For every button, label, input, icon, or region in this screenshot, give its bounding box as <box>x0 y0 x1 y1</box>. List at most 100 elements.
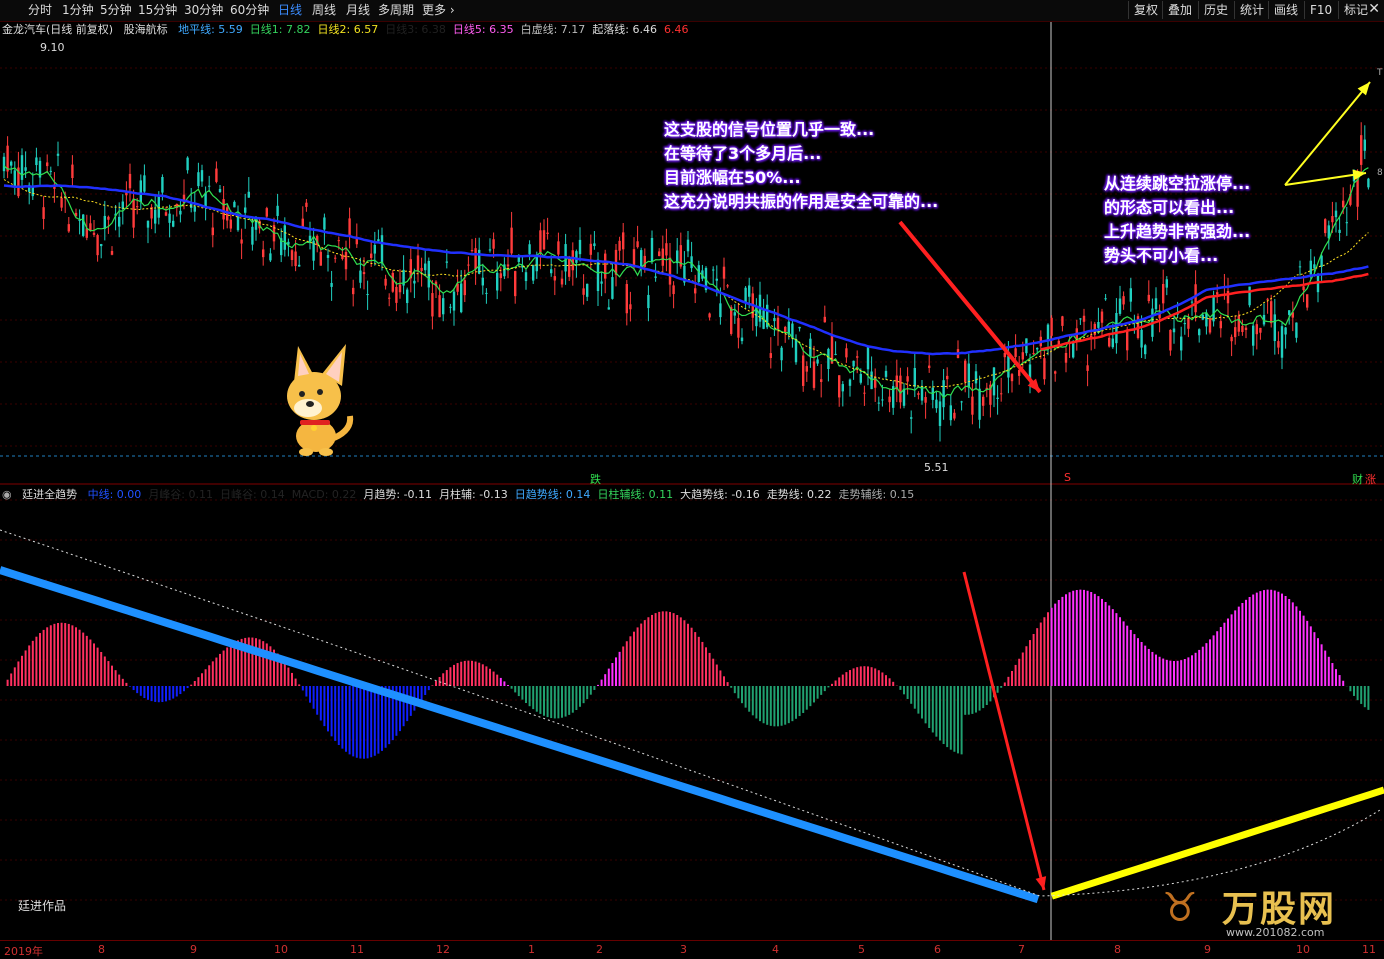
candle-body-44 <box>161 176 164 193</box>
time-tick-5: 12 <box>436 943 450 956</box>
candle-body-269 <box>971 396 974 415</box>
candle-body-22 <box>82 214 85 236</box>
time-axis: 2019年 8 9 10 11 12 1 2 3 4 5 6 7 8 9 10 11 <box>0 940 1384 959</box>
candle-body-160 <box>578 239 582 255</box>
candle-body-15 <box>56 153 60 156</box>
time-tick-9: 4 <box>772 943 779 956</box>
time-tick-12: 7 <box>1018 943 1025 956</box>
candle-body-6 <box>24 167 27 171</box>
candle-body-351 <box>1266 298 1269 300</box>
candle-body-123 <box>445 261 448 263</box>
candle-body-207 <box>748 285 751 297</box>
candle-body-257 <box>928 365 931 369</box>
candle-body-72 <box>262 249 265 258</box>
candle-body-372 <box>1342 200 1345 208</box>
candle-body-378 <box>1363 139 1366 151</box>
candle-body-343 <box>1237 315 1240 332</box>
watermark-text: 万股网 <box>1222 888 1337 930</box>
candle-body-256 <box>924 397 927 403</box>
candle-body-328 <box>1183 323 1186 325</box>
candle-body-164 <box>593 243 596 247</box>
candle-body-8 <box>31 187 34 197</box>
candle-body-27 <box>100 244 103 247</box>
candle-body-68 <box>247 191 250 198</box>
candle-body-54 <box>197 172 200 187</box>
candle-body-203 <box>733 312 736 316</box>
candle-body-186 <box>672 285 675 295</box>
candle-body-271 <box>978 388 981 420</box>
time-tick-10: 5 <box>858 943 865 956</box>
candle-body-221 <box>798 326 801 329</box>
time-tick-7: 2 <box>596 943 603 956</box>
candle-body-266 <box>960 401 963 403</box>
candle-body-3 <box>13 170 16 187</box>
candle-body-163 <box>589 243 592 255</box>
candle-body-316 <box>1140 329 1143 348</box>
candle-body-311 <box>1122 296 1125 305</box>
candle-body-74 <box>269 253 272 261</box>
trend-blue-line <box>0 566 1040 904</box>
candle-body-122 <box>442 298 445 315</box>
candle-body-338 <box>1219 321 1222 329</box>
candle-body-327 <box>1180 336 1183 351</box>
candle-body-244 <box>881 399 884 401</box>
callout-left: 这支股的信号位置几乎一致... 在等待了3个多月后... 目前涨幅在50%... 这充… <box>664 118 938 214</box>
candle-body-342 <box>1234 327 1237 338</box>
candle-body-337 <box>1216 292 1219 295</box>
candle-body-299 <box>1079 318 1082 320</box>
candle-body-80 <box>290 250 294 261</box>
candle-body-192 <box>694 288 697 294</box>
candle-body-320 <box>1154 298 1158 310</box>
candle-body-91 <box>330 282 333 287</box>
candle-body-369 <box>1331 216 1334 223</box>
candle-body-215 <box>776 317 780 330</box>
signal-rise: 涨 <box>1365 473 1376 486</box>
candle-body-141 <box>510 227 513 254</box>
candle-body-99 <box>359 270 362 283</box>
candle-body-239 <box>863 392 866 394</box>
candle-body-18 <box>67 224 70 232</box>
candle-body-118 <box>427 260 430 288</box>
candle-body-196 <box>708 313 711 318</box>
candle-body-116 <box>420 267 423 271</box>
time-tick-6: 1 <box>528 943 535 956</box>
candle-body-310 <box>1118 298 1122 314</box>
candle-body-289 <box>1043 358 1046 380</box>
candle-body-287 <box>1036 347 1039 350</box>
candle-body-9 <box>35 157 38 166</box>
candle-body-152 <box>550 269 553 274</box>
candle-body-161 <box>582 288 585 295</box>
candle-body-179 <box>647 294 650 309</box>
candle-body-251 <box>906 376 909 382</box>
candle-body-25 <box>92 232 96 235</box>
candle-body-166 <box>600 281 603 284</box>
candle-body-276 <box>996 397 999 400</box>
candle-body-0 <box>2 156 6 172</box>
candle-body-124 <box>449 306 452 308</box>
candle-body-149 <box>539 230 542 254</box>
candle-body-324 <box>1169 329 1172 351</box>
candle-body-295 <box>1064 352 1068 363</box>
candle-body-145 <box>524 272 528 282</box>
candle-body-223 <box>805 366 808 372</box>
candle-body-151 <box>546 232 549 234</box>
candle-body-344 <box>1241 325 1244 332</box>
candle-body-165 <box>596 259 600 292</box>
low-label: 5.51 <box>924 461 949 474</box>
candle-body-246 <box>888 396 891 403</box>
candle-body-93 <box>337 240 340 242</box>
candle-body-277 <box>1000 393 1003 395</box>
candle-body-100 <box>362 272 366 275</box>
candle-body-49 <box>179 210 182 215</box>
candle-body-294 <box>1061 316 1064 326</box>
callout-line-1: 在等待了3个多月后... <box>664 144 822 163</box>
candle-body-250 <box>902 388 906 406</box>
candle-body-137 <box>496 272 499 291</box>
candle-body-312 <box>1126 329 1129 351</box>
candle-body-260 <box>938 401 942 426</box>
candle-body-23 <box>85 228 88 238</box>
candle-body-11 <box>42 207 45 219</box>
watermark-logo: ♉ 万股网 www.201082.com <box>1162 876 1362 946</box>
candle-body-16 <box>60 197 63 208</box>
candle-body-323 <box>1165 279 1168 288</box>
